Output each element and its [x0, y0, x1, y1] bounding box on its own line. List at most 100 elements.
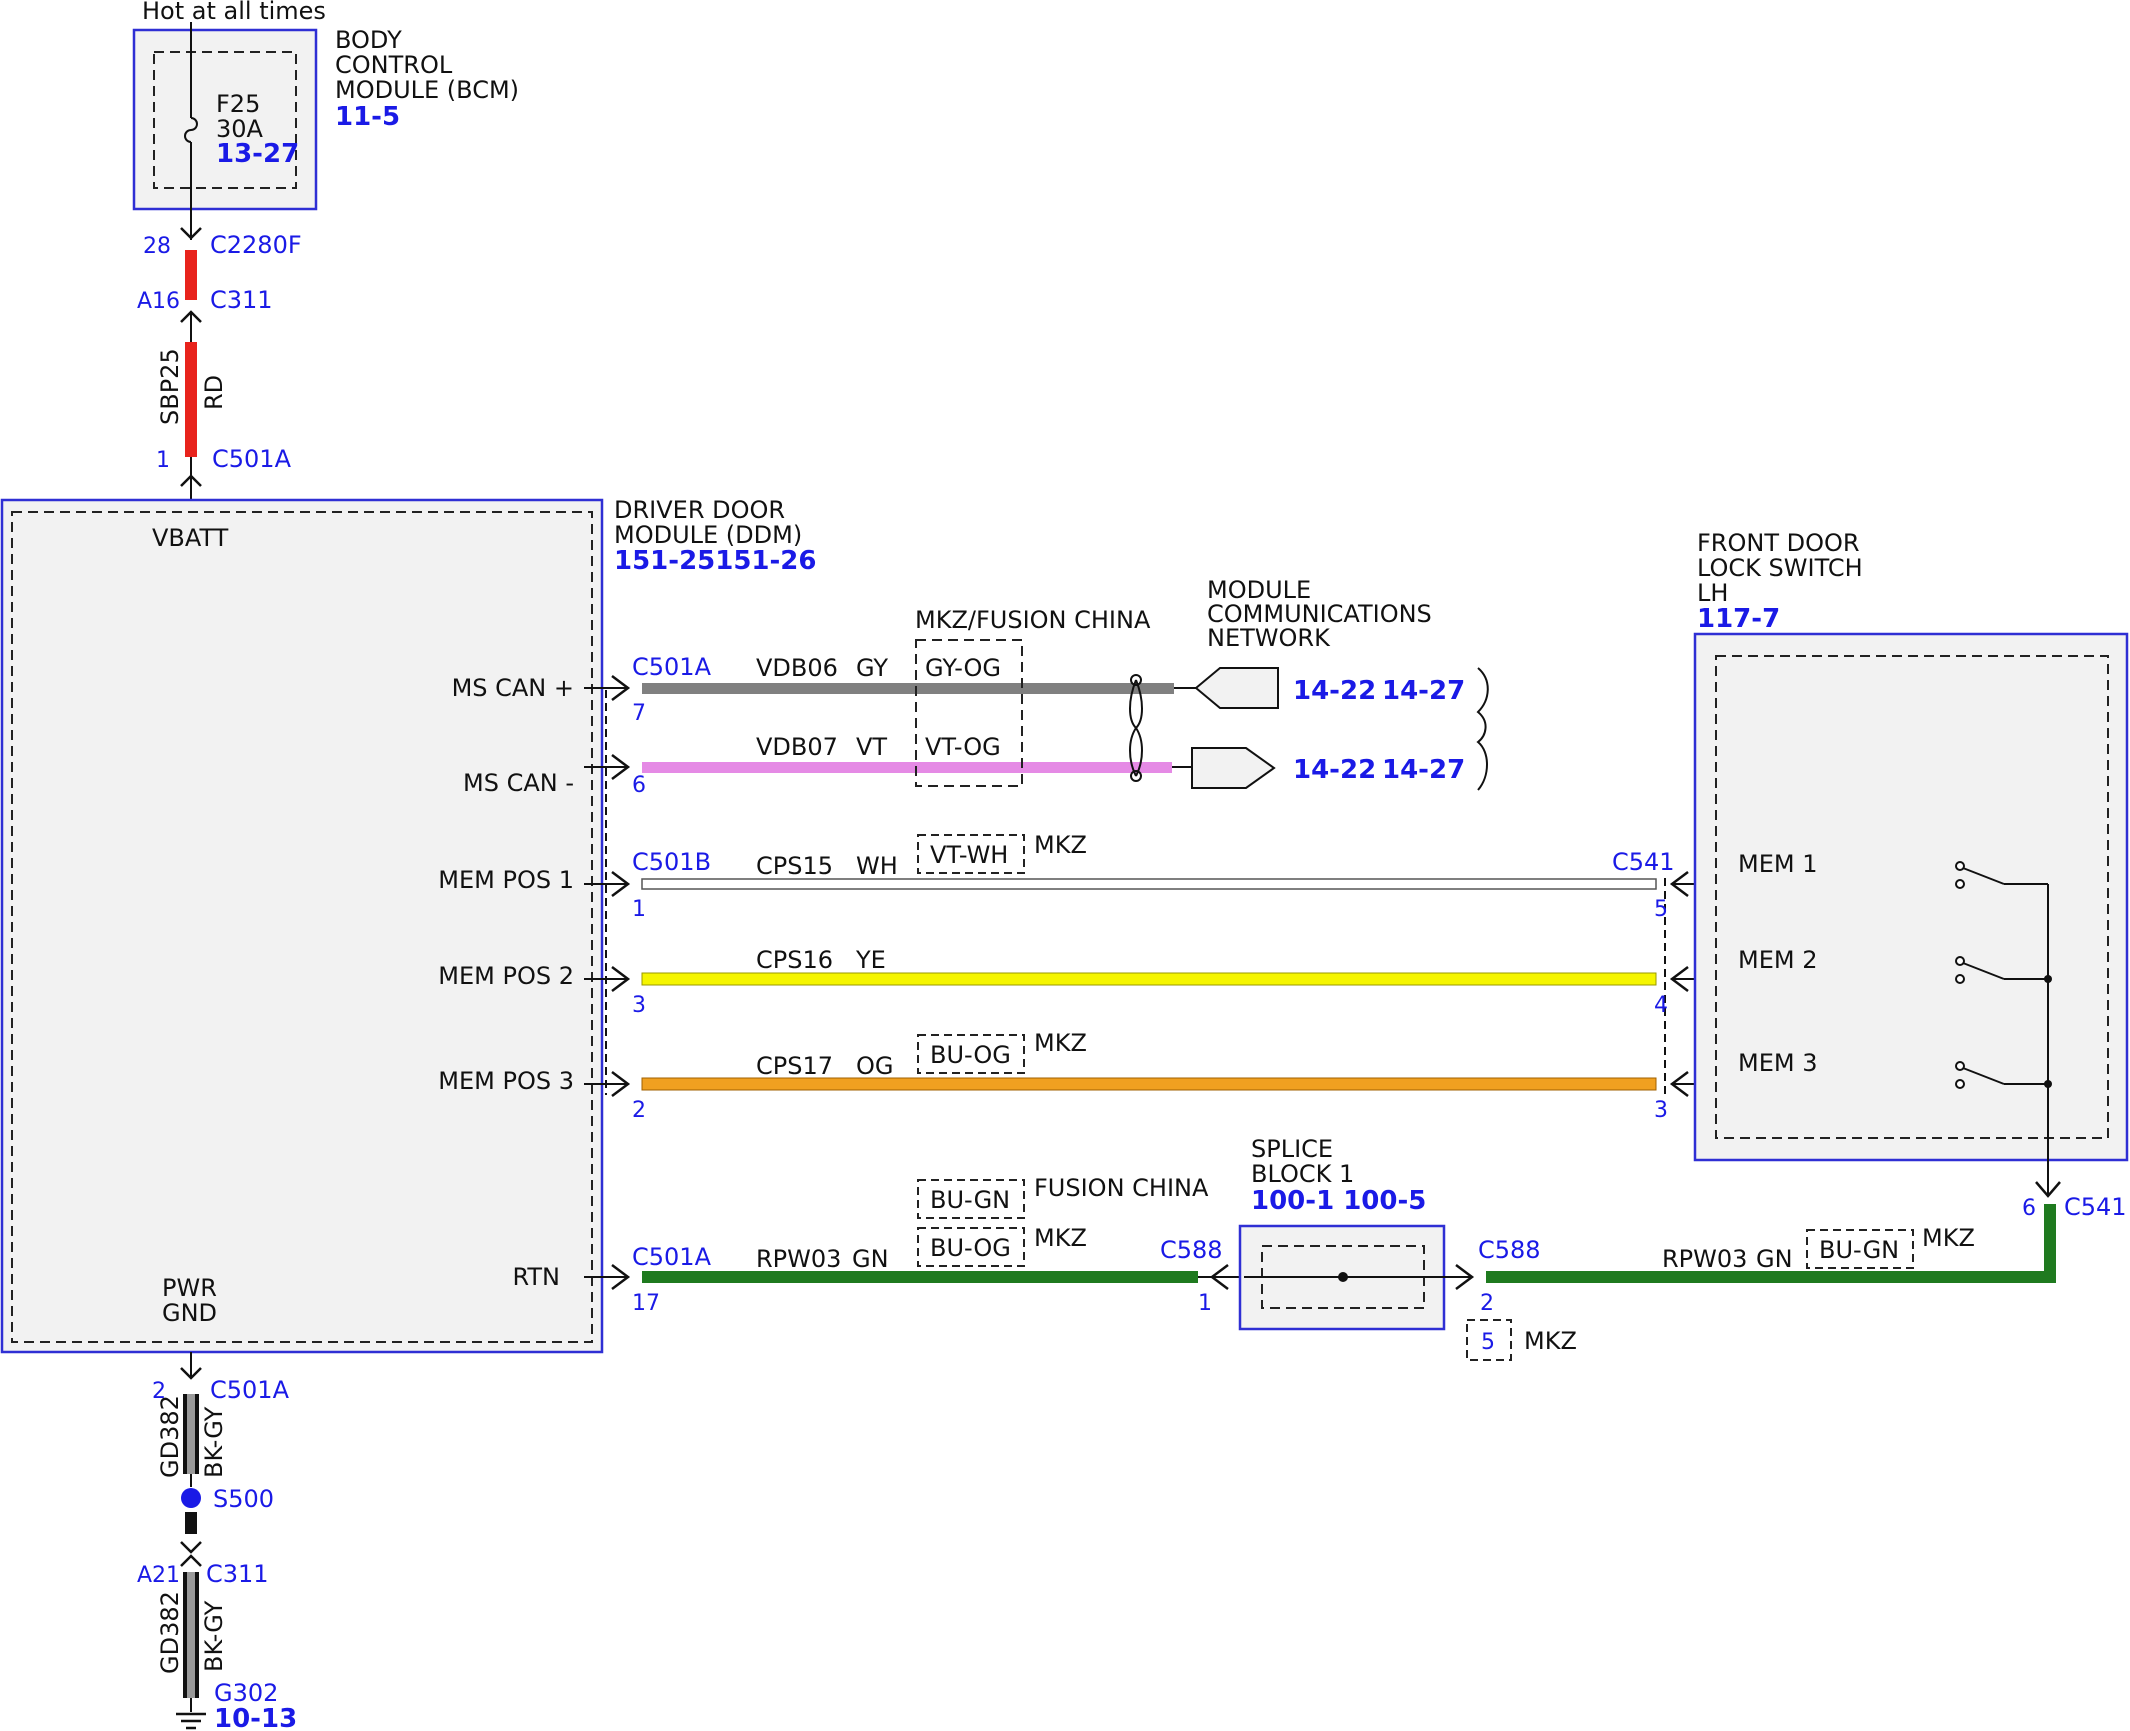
wiring-diagram: Hot at all times BODY CONTROL MODULE (BC… — [0, 0, 2129, 1731]
pin-6: 6 — [632, 773, 646, 798]
option-label-mkz-fusion-china: MKZ/FUSION CHINA — [915, 606, 1151, 634]
pin-1-mem1: 1 — [632, 897, 646, 922]
contact-mem-1: MEM 1 — [1738, 850, 1817, 878]
circuit-cps17: CPS17 — [756, 1052, 833, 1080]
circuit-vdb07: VDB07 — [756, 733, 838, 761]
door-switch-outline — [1693, 632, 2129, 1162]
wire-ms-can-minus — [584, 754, 1192, 780]
pin-4-mem2: 4 — [1654, 993, 1668, 1018]
ddm-name-line2: MODULE (DDM) — [614, 521, 802, 549]
bcm-name-line3: MODULE (BCM) — [335, 76, 519, 104]
bcm-pin-28: 28 — [143, 234, 171, 259]
power-source-label: Hot at all times — [142, 0, 326, 25]
wire-wh-segment — [641, 878, 1657, 890]
alt-color-bu-gn-right: BU-GN — [1819, 1236, 1899, 1264]
conn-c501b: C501B — [632, 848, 711, 876]
circuit-cps16: CPS16 — [756, 946, 833, 974]
door-switch-name-line1: FRONT DOOR — [1697, 529, 1860, 557]
conn-c501a-rtn: C501A — [632, 1243, 712, 1271]
color-gn-left: GN — [852, 1245, 889, 1273]
pin-3-mem3: 3 — [1654, 1098, 1668, 1123]
door-switch-ref: 117-7 — [1697, 604, 1780, 634]
wire-vt-segment — [642, 762, 1172, 773]
circuit-sbp25: SBP25 — [156, 348, 184, 425]
splice-block — [1238, 1224, 1446, 1331]
pin-2-mem3: 2 — [632, 1098, 646, 1123]
network-ref-b-minus: 14-27 — [1382, 755, 1465, 785]
contact-mem-2: MEM 2 — [1738, 946, 1817, 974]
fuse-ref: 13-27 — [216, 139, 299, 169]
circuit-gd382-bottom: GD382 — [156, 1591, 184, 1674]
bcm-name-line2: CONTROL — [335, 51, 453, 79]
network-ref-b-plus: 14-27 — [1382, 676, 1465, 706]
ground-symbol — [176, 1712, 206, 1730]
color-wh: WH — [856, 852, 898, 880]
ddm-vbatt-label: VBATT — [152, 524, 229, 552]
splice-block-name-line2: BLOCK 1 — [1251, 1160, 1354, 1188]
contact-mem-3: MEM 3 — [1738, 1049, 1817, 1077]
splice-block-ref: 100-1 100-5 — [1251, 1186, 1426, 1216]
conn-c541-mem1: C541 — [1612, 848, 1675, 876]
network-connector-minus — [1191, 747, 1276, 789]
circuit-vdb06: VDB06 — [756, 654, 838, 682]
network-ref-a-minus: 14-22 — [1293, 755, 1376, 785]
option-label-mkz-2: MKZ — [1034, 1029, 1087, 1057]
ddm-name-line1: DRIVER DOOR — [614, 496, 785, 524]
pin-7: 7 — [632, 701, 646, 726]
ddm-pin-rtn: RTN — [512, 1263, 560, 1291]
ddm-gnd-label: GND — [162, 1299, 217, 1327]
door-switch-name-line2: LOCK SWITCH — [1697, 554, 1863, 582]
wire-ye-segment — [641, 972, 1657, 986]
option-label-mkz-4: MKZ — [1524, 1327, 1577, 1355]
bcm-name-line1: BODY — [335, 26, 402, 54]
pin-3-mem2: 3 — [632, 993, 646, 1018]
conn-c311-bottom: C311 — [206, 1560, 269, 1588]
alt-color-gy-og: GY-OG — [925, 654, 1001, 682]
ground-ref: 10-13 — [214, 1704, 297, 1731]
network-title-line3: NETWORK — [1207, 624, 1331, 652]
door-switch-name-line3: LH — [1697, 579, 1728, 607]
conn-c311-top: C311 — [210, 286, 273, 314]
splice-s500-dot — [181, 1488, 201, 1508]
ddm-pin-1-vbatt: 1 — [156, 448, 170, 473]
pin-2-c588: 2 — [1480, 1291, 1494, 1316]
circuit-rpw03-right: RPW03 — [1662, 1245, 1747, 1273]
ddm-pin-ms-can-minus: MS CAN - — [463, 769, 574, 797]
color-ye: YE — [855, 946, 886, 974]
wire-gy-segment — [642, 683, 1174, 694]
conn-c501a-gnd: C501A — [210, 1376, 290, 1404]
pin-a21: A21 — [137, 1563, 180, 1588]
ddm-pwr-label: PWR — [162, 1274, 217, 1302]
alt-color-vt-wh: VT-WH — [930, 841, 1008, 869]
alt-color-bu-gn-left: BU-GN — [930, 1186, 1010, 1214]
ddm-pin-mem-pos-3: MEM POS 3 — [438, 1067, 574, 1095]
ddm-pin-mem-pos-2: MEM POS 2 — [438, 962, 574, 990]
option-label-mkz-3: MKZ — [1034, 1224, 1087, 1252]
color-bk-gy-top: BK-GY — [200, 1406, 228, 1478]
conn-c541-rtn: C541 — [2064, 1193, 2127, 1221]
bcm-feed-wire — [180, 227, 202, 500]
alt-pin-5: 5 — [1481, 1330, 1495, 1355]
ground-point-g302: G302 — [214, 1679, 278, 1707]
option-label-mkz-1: MKZ — [1034, 831, 1087, 859]
splice-s500-label: S500 — [213, 1485, 274, 1513]
pin-5-mem1: 5 — [1654, 897, 1668, 922]
pin-a16: A16 — [137, 289, 180, 314]
color-vt: VT — [856, 733, 887, 761]
color-rd: RD — [200, 375, 228, 410]
color-gn-right: GN — [1756, 1245, 1793, 1273]
splice-block-name-line1: SPLICE — [1251, 1135, 1333, 1163]
ddm-outline — [0, 498, 604, 1354]
alt-color-vt-og: VT-OG — [925, 733, 1001, 761]
wire-rd-segment-1 — [185, 250, 197, 300]
pin-17: 17 — [632, 1291, 660, 1316]
ddm-module: VBATT PWR GND MS CAN + MS CAN - MEM POS … — [0, 498, 604, 1354]
wire-gn-segment-left — [642, 1271, 1198, 1283]
alt-color-bu-og-rtn: BU-OG — [930, 1234, 1011, 1262]
conn-c588-right: C588 — [1478, 1236, 1541, 1264]
ground-wire — [180, 1352, 202, 1712]
pin-1-c588: 1 — [1198, 1291, 1212, 1316]
fuse-name: F25 — [216, 90, 260, 118]
circuit-cps15: CPS15 — [756, 852, 833, 880]
color-og: OG — [856, 1052, 894, 1080]
